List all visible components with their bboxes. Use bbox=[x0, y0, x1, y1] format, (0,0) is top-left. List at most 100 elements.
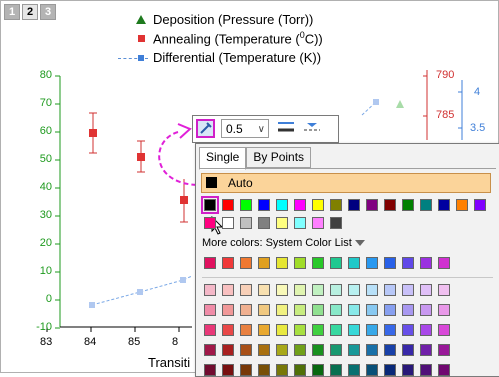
palette-color-swatch[interactable] bbox=[276, 304, 288, 316]
palette-color-swatch[interactable] bbox=[384, 284, 396, 296]
palette-color-swatch[interactable] bbox=[402, 304, 414, 316]
color-swatch[interactable] bbox=[294, 199, 306, 211]
line-style-button[interactable] bbox=[275, 119, 297, 138]
system-color-swatch[interactable] bbox=[438, 257, 450, 269]
palette-color-swatch[interactable] bbox=[330, 364, 342, 376]
system-color-swatch[interactable] bbox=[204, 257, 216, 269]
palette-color-swatch[interactable] bbox=[384, 364, 396, 376]
palette-color-swatch[interactable] bbox=[420, 284, 432, 296]
legend-item-differential[interactable]: Differential (Temperature (K)) bbox=[118, 48, 323, 67]
palette-color-swatch[interactable] bbox=[222, 344, 234, 356]
palette-color-swatch[interactable] bbox=[420, 304, 432, 316]
palette-color-swatch[interactable] bbox=[438, 364, 450, 376]
color-swatch[interactable] bbox=[420, 199, 432, 211]
palette-color-swatch[interactable] bbox=[348, 344, 360, 356]
palette-color-swatch[interactable] bbox=[258, 324, 270, 336]
line-width-combo[interactable]: 0.5 ∨ bbox=[221, 119, 269, 138]
palette-color-swatch[interactable] bbox=[240, 364, 252, 376]
palette-color-swatch[interactable] bbox=[312, 324, 324, 336]
palette-color-swatch[interactable] bbox=[204, 284, 216, 296]
color-swatch[interactable] bbox=[201, 196, 219, 214]
palette-color-swatch[interactable] bbox=[204, 344, 216, 356]
system-color-swatch[interactable] bbox=[348, 257, 360, 269]
color-swatch[interactable] bbox=[330, 199, 342, 211]
palette-color-swatch[interactable] bbox=[402, 364, 414, 376]
color-swatch[interactable] bbox=[312, 217, 324, 229]
palette-color-swatch[interactable] bbox=[258, 284, 270, 296]
color-swatch[interactable] bbox=[258, 199, 270, 211]
system-color-swatch[interactable] bbox=[258, 257, 270, 269]
palette-color-swatch[interactable] bbox=[438, 324, 450, 336]
palette-color-swatch[interactable] bbox=[384, 324, 396, 336]
palette-color-swatch[interactable] bbox=[240, 344, 252, 356]
palette-color-swatch[interactable] bbox=[438, 344, 450, 356]
system-color-swatch[interactable] bbox=[330, 257, 342, 269]
palette-color-swatch[interactable] bbox=[312, 344, 324, 356]
palette-color-swatch[interactable] bbox=[330, 284, 342, 296]
palette-color-swatch[interactable] bbox=[348, 304, 360, 316]
more-colors-dropdown[interactable]: More colors: System Color List bbox=[202, 237, 365, 249]
palette-color-swatch[interactable] bbox=[348, 284, 360, 296]
color-swatch[interactable] bbox=[276, 217, 288, 229]
palette-color-swatch[interactable] bbox=[276, 364, 288, 376]
color-swatch[interactable] bbox=[438, 199, 450, 211]
palette-color-swatch[interactable] bbox=[366, 344, 378, 356]
palette-color-swatch[interactable] bbox=[222, 324, 234, 336]
palette-color-swatch[interactable] bbox=[276, 284, 288, 296]
palette-color-swatch[interactable] bbox=[420, 324, 432, 336]
palette-color-swatch[interactable] bbox=[330, 304, 342, 316]
color-swatch[interactable] bbox=[222, 199, 234, 211]
palette-color-swatch[interactable] bbox=[366, 364, 378, 376]
tab-by-points[interactable]: By Points bbox=[246, 147, 312, 168]
palette-color-swatch[interactable] bbox=[348, 364, 360, 376]
palette-color-swatch[interactable] bbox=[222, 304, 234, 316]
color-swatch[interactable] bbox=[276, 199, 288, 211]
palette-color-swatch[interactable] bbox=[204, 324, 216, 336]
color-swatch[interactable] bbox=[456, 199, 468, 211]
palette-color-swatch[interactable] bbox=[438, 284, 450, 296]
palette-color-swatch[interactable] bbox=[438, 304, 450, 316]
color-swatch[interactable] bbox=[402, 199, 414, 211]
palette-color-swatch[interactable] bbox=[312, 304, 324, 316]
palette-color-swatch[interactable] bbox=[258, 344, 270, 356]
palette-color-swatch[interactable] bbox=[330, 344, 342, 356]
color-swatch[interactable] bbox=[294, 217, 306, 229]
palette-color-swatch[interactable] bbox=[258, 304, 270, 316]
system-color-swatch[interactable] bbox=[402, 257, 414, 269]
palette-color-swatch[interactable] bbox=[276, 344, 288, 356]
line-type-button[interactable] bbox=[301, 119, 323, 138]
palette-color-swatch[interactable] bbox=[240, 304, 252, 316]
palette-color-swatch[interactable] bbox=[294, 324, 306, 336]
color-swatch[interactable] bbox=[384, 199, 396, 211]
auto-color-option[interactable]: Auto bbox=[201, 173, 491, 193]
palette-color-swatch[interactable] bbox=[330, 324, 342, 336]
palette-color-swatch[interactable] bbox=[294, 344, 306, 356]
palette-color-swatch[interactable] bbox=[312, 364, 324, 376]
palette-color-swatch[interactable] bbox=[294, 364, 306, 376]
palette-color-swatch[interactable] bbox=[222, 364, 234, 376]
palette-color-swatch[interactable] bbox=[420, 344, 432, 356]
palette-color-swatch[interactable] bbox=[384, 344, 396, 356]
palette-color-swatch[interactable] bbox=[402, 284, 414, 296]
color-swatch[interactable] bbox=[474, 199, 486, 211]
color-swatch[interactable] bbox=[330, 217, 342, 229]
palette-color-swatch[interactable] bbox=[366, 284, 378, 296]
color-swatch[interactable] bbox=[240, 199, 252, 211]
color-swatch[interactable] bbox=[258, 217, 270, 229]
palette-color-swatch[interactable] bbox=[348, 324, 360, 336]
palette-color-swatch[interactable] bbox=[420, 364, 432, 376]
palette-color-swatch[interactable] bbox=[258, 364, 270, 376]
legend-item-deposition[interactable]: Deposition (Pressure (Torr)) bbox=[130, 10, 323, 29]
system-color-swatch[interactable] bbox=[420, 257, 432, 269]
color-swatch[interactable] bbox=[222, 217, 234, 229]
color-swatch[interactable] bbox=[348, 199, 360, 211]
system-color-swatch[interactable] bbox=[294, 257, 306, 269]
palette-color-swatch[interactable] bbox=[204, 364, 216, 376]
color-swatch[interactable] bbox=[240, 217, 252, 229]
system-color-swatch[interactable] bbox=[276, 257, 288, 269]
tab-single[interactable]: Single bbox=[199, 147, 247, 170]
palette-color-swatch[interactable] bbox=[402, 324, 414, 336]
palette-color-swatch[interactable] bbox=[276, 324, 288, 336]
palette-color-swatch[interactable] bbox=[294, 304, 306, 316]
palette-color-swatch[interactable] bbox=[294, 284, 306, 296]
